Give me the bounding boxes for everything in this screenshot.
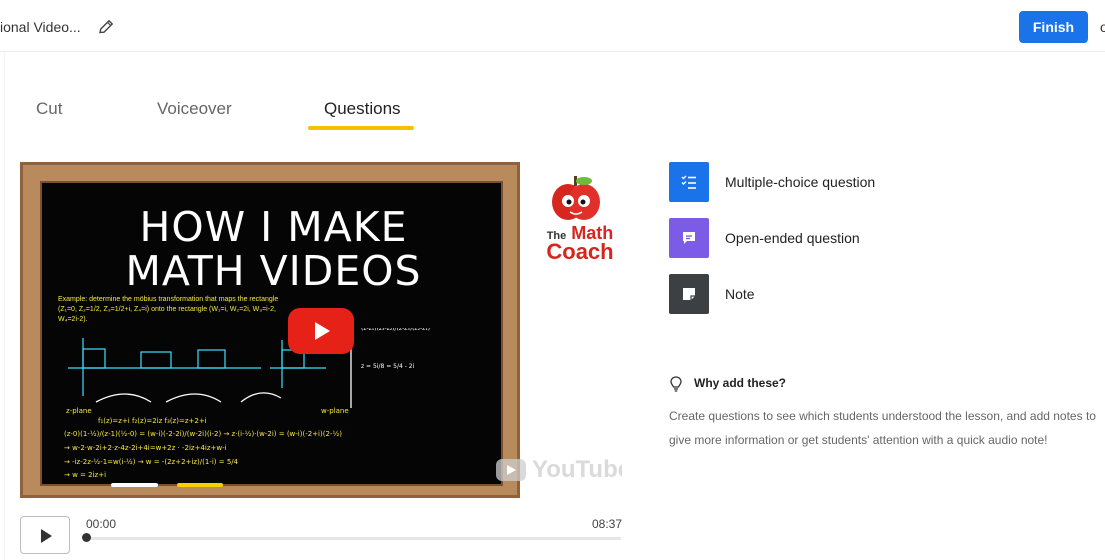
left-divider xyxy=(4,52,5,560)
youtube-play-button[interactable] xyxy=(288,308,354,354)
video-title-text: HOW I MAKE MATH VIDEOS xyxy=(42,203,501,295)
top-bar: ional Video... Finish o xyxy=(0,0,1105,52)
finish-button[interactable]: Finish xyxy=(1019,11,1088,43)
document-title[interactable]: ional Video... xyxy=(0,19,81,35)
svg-text:→ w-2·w-2i+2·z-4z-2i+4i=w+2z: → w-2·w-2i+2·z-4z-2i+4i=w+2z · -2iz+4iz+… xyxy=(64,444,227,452)
tab-cut[interactable]: Cut xyxy=(36,99,62,119)
video-chapter-marker-active xyxy=(177,483,223,487)
youtube-watermark[interactable]: YouTube xyxy=(496,456,622,486)
chalkboard: HOW I MAKE MATH VIDEOS Example: determin… xyxy=(40,181,503,486)
account-initial[interactable]: o xyxy=(1100,19,1105,35)
tab-questions[interactable]: Questions xyxy=(324,99,401,119)
video-title-line-1: HOW I MAKE xyxy=(139,203,408,251)
math-coach-logo xyxy=(552,176,600,220)
open-ended-label: Open-ended question xyxy=(725,230,860,246)
channel-logo-line-3: Coach xyxy=(546,239,614,264)
video-chapter-marker xyxy=(111,483,158,487)
multiple-choice-label: Multiple-choice question xyxy=(725,174,876,190)
progress-track[interactable] xyxy=(86,537,621,540)
tab-voiceover[interactable]: Voiceover xyxy=(157,99,232,119)
why-add-these-title: Why add these? xyxy=(694,376,787,390)
video-preview[interactable]: HOW I MAKE MATH VIDEOS Example: determin… xyxy=(20,162,622,498)
youtube-icon xyxy=(496,459,526,481)
why-add-these-description: Create questions to see which students u… xyxy=(669,409,1096,447)
video-duration: 08:37 xyxy=(592,517,623,531)
svg-text:z = 5i/8 = 5/4 - 2i: z = 5i/8 = 5/4 - 2i xyxy=(361,363,415,370)
pencil-icon[interactable] xyxy=(96,17,116,37)
chat-icon xyxy=(669,218,709,258)
youtube-wordmark: YouTube xyxy=(532,456,622,483)
list-check-icon xyxy=(669,162,709,202)
video-title-line-2: MATH VIDEOS xyxy=(125,247,422,295)
play-button[interactable] xyxy=(20,516,70,554)
svg-text:(z-z₁)(z₃-z₂)/(z-z₃)(z₂-z₁): (z-z₁)(z₃-z₂)/(z-z₃)(z₂-z₁) xyxy=(361,328,430,332)
math-diagram: z-plane w-plane f₁(z)=z+i f₂(z)=2iz f₃(z… xyxy=(64,328,430,478)
chalkboard-frame: HOW I MAKE MATH VIDEOS Example: determin… xyxy=(20,162,520,498)
progress-scrubber[interactable] xyxy=(82,533,91,542)
svg-text:w-plane: w-plane xyxy=(321,407,349,415)
math-example-text: Example: determine the möbius transforma… xyxy=(58,296,279,323)
player-controls: 00:00 08:37 xyxy=(20,510,622,560)
note-label: Note xyxy=(725,286,755,302)
note-icon xyxy=(669,274,709,314)
lightbulb-icon xyxy=(669,376,683,395)
svg-text:→ -iz-2z-½-1=w(i-½) → w = -(: → -iz-2z-½-1=w(i-½) → w = -(2z+2+iz)/(1-… xyxy=(64,458,239,466)
active-tab-indicator xyxy=(308,126,414,130)
svg-text:(z-0)(1-½)/(z-1)(½-0) = (w-i)(: (z-0)(1-½)/(z-1)(½-0) = (w-i)(-2-2i)/(w-… xyxy=(64,430,342,438)
svg-text:z-plane: z-plane xyxy=(66,407,92,415)
current-time: 00:00 xyxy=(86,517,117,531)
svg-text:→ w = 2iz+i: → w = 2iz+i xyxy=(64,471,106,478)
channel-logo-text: The Math Coach xyxy=(540,224,620,264)
svg-text:f₁(z)=z+i f₂(z)=2iz f₃(z)=: f₁(z)=z+i f₂(z)=2iz f₃(z)=z+2+i xyxy=(98,417,207,425)
